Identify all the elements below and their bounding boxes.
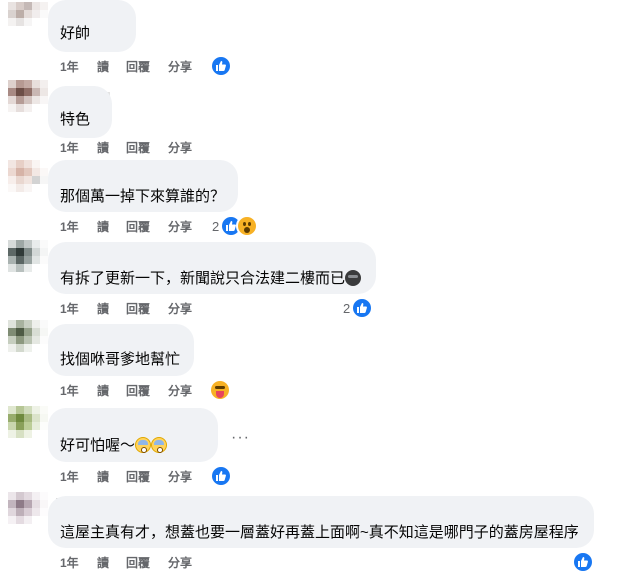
share-button[interactable]: 分享 xyxy=(168,219,208,235)
reply-button[interactable]: 回覆 xyxy=(126,383,168,399)
comment-actions: 1年 讀 回覆 分享 xyxy=(60,469,208,485)
reaction-badge[interactable] xyxy=(210,55,232,77)
timestamp-link[interactable]: 1年 xyxy=(60,383,97,399)
reply-button[interactable]: 回覆 xyxy=(126,140,168,156)
share-button[interactable]: 分享 xyxy=(168,301,208,317)
reply-button[interactable]: 回覆 xyxy=(126,59,168,75)
timestamp-link[interactable]: 1年 xyxy=(60,59,97,75)
comment-text-body: 好可怕喔～ xyxy=(60,437,136,454)
like-icon xyxy=(572,551,594,573)
read-button[interactable]: 讀 xyxy=(97,555,126,571)
avatar[interactable] xyxy=(8,2,48,42)
reaction-badge[interactable]: 2 xyxy=(343,297,374,319)
comment-text: 找個咻哥爹地幫忙 xyxy=(60,351,181,368)
comment-actions: 1年 讀 回覆 分享 xyxy=(60,219,208,235)
like-icon xyxy=(210,55,232,77)
comment-text: 這屋主真有才，想蓋也要一層蓋好再蓋上面啊~真不知這是哪門子的蓋房屋程序 xyxy=(60,524,579,541)
avatar[interactable] xyxy=(8,240,48,280)
avatar[interactable] xyxy=(8,406,48,446)
like-icon xyxy=(210,465,232,487)
comment-text: 有拆了更新一下，新聞說只合法建二樓而已 xyxy=(60,269,362,289)
comment-text: 特色 xyxy=(60,111,91,128)
read-button[interactable]: 讀 xyxy=(97,301,126,317)
comment-bubble: 好帥 xyxy=(48,0,136,52)
comment-bubble: 有拆了更新一下，新聞說只合法建二樓而已 xyxy=(48,242,376,294)
share-button[interactable]: 分享 xyxy=(168,59,208,75)
comment-bubble: 這屋主真有才，想蓋也要一層蓋好再蓋上面啊~真不知這是哪門子的蓋房屋程序 xyxy=(48,496,594,548)
read-button[interactable]: 讀 xyxy=(97,59,126,75)
like-icon xyxy=(351,297,374,319)
share-button[interactable]: 分享 xyxy=(168,383,208,399)
fearful-face-emoji xyxy=(135,437,152,453)
share-button[interactable]: 分享 xyxy=(168,555,208,571)
fearful-face-emoji xyxy=(151,437,168,453)
tongue-face-emoji[interactable] xyxy=(211,381,229,399)
dark-face-emoji xyxy=(345,270,362,286)
reply-button[interactable]: 回覆 xyxy=(126,301,168,317)
reaction-badge[interactable] xyxy=(210,465,232,487)
timestamp-link[interactable]: 1年 xyxy=(60,219,97,235)
comment-bubble: 那個萬一掉下來算誰的？ xyxy=(48,160,238,212)
avatar[interactable] xyxy=(8,160,48,200)
reaction-badge[interactable] xyxy=(572,551,594,573)
comment-actions: 1年 讀 回覆 分享 xyxy=(60,301,208,317)
comment-text: 好帥 xyxy=(60,25,91,42)
timestamp-link[interactable]: 1年 xyxy=(60,469,97,485)
timestamp-link[interactable]: 1年 xyxy=(60,301,97,317)
comment-actions: 1年 讀 回覆 分享 xyxy=(60,59,208,75)
more-options-icon[interactable]: ··· xyxy=(231,430,250,446)
comment-bubble: 找個咻哥爹地幫忙 xyxy=(48,324,194,376)
timestamp-link[interactable]: 1年 xyxy=(60,555,97,571)
comment-actions: 1年 讀 回覆 分享 xyxy=(60,555,208,571)
comment-actions: 1年 讀 回覆 分享 xyxy=(60,383,208,399)
read-button[interactable]: 讀 xyxy=(97,383,126,399)
read-button[interactable]: 讀 xyxy=(97,469,126,485)
comment-text: 那個萬一掉下來算誰的？ xyxy=(60,188,226,205)
avatar[interactable] xyxy=(8,492,48,532)
avatar[interactable] xyxy=(8,320,48,360)
reaction-count: 2 xyxy=(212,218,220,234)
comment-bubble: 好可怕喔～ xyxy=(48,408,218,462)
read-button[interactable]: 讀 xyxy=(97,219,126,235)
reply-button[interactable]: 回覆 xyxy=(126,555,168,571)
read-button[interactable]: 讀 xyxy=(97,140,126,156)
comment-actions: 1年 讀 回覆 分享 xyxy=(60,140,208,156)
wow-icon xyxy=(236,215,259,237)
reply-button[interactable]: 回覆 xyxy=(126,469,168,485)
share-button[interactable]: 分享 xyxy=(168,140,208,156)
avatar[interactable] xyxy=(8,80,48,120)
share-button[interactable]: 分享 xyxy=(168,469,208,485)
reaction-count: 2 xyxy=(343,300,351,316)
comment-text: 好可怕喔～ xyxy=(60,436,168,456)
comment-text-body: 有拆了更新一下，新聞說只合法建二樓而已 xyxy=(60,270,346,287)
comment-bubble: 特色 xyxy=(48,86,112,138)
timestamp-link[interactable]: 1年 xyxy=(60,140,97,156)
reply-button[interactable]: 回覆 xyxy=(126,219,168,235)
reaction-badge[interactable]: 2 xyxy=(212,215,259,237)
